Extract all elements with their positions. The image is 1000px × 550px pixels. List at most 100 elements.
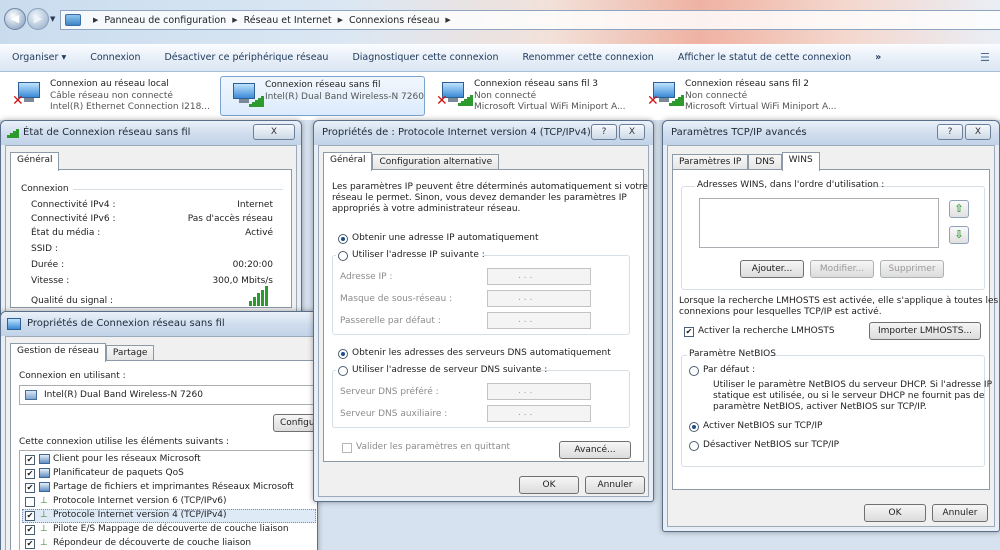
tab-general[interactable]: Général: [10, 152, 60, 171]
disable-device-button[interactable]: Désactiver ce périphérique réseau: [152, 52, 340, 63]
tab-general[interactable]: Général: [323, 152, 373, 171]
rename-button[interactable]: Renommer cette connexion: [510, 52, 665, 63]
move-down-button[interactable]: ⇩: [949, 226, 969, 244]
move-up-button[interactable]: ⇧: [949, 200, 969, 218]
diagnose-button[interactable]: Diagnostiquer cette connexion: [340, 52, 510, 63]
modify-button[interactable]: Modifier...: [810, 260, 874, 278]
connections-list: ✕ Connexion au réseau local Câble réseau…: [0, 72, 1000, 120]
connection-status: Non connecté: [685, 90, 748, 101]
netbios-group-label: Paramètre NetBIOS: [689, 349, 776, 359]
status-window-titlebar[interactable]: État de Connexion réseau sans fil X: [1, 121, 301, 145]
help-button[interactable]: ?: [937, 124, 963, 140]
breadcrumb-separator-icon[interactable]: ▶: [93, 16, 98, 24]
netbios-disable-radio[interactable]: [689, 441, 699, 451]
netbios-default-description: paramètre NetBIOS, activer NetBIOS sur T…: [713, 402, 927, 412]
lmhosts-description: Lorsque la recherche LMHOSTS est activée…: [679, 296, 999, 306]
help-button[interactable]: ?: [591, 124, 617, 140]
organize-menu[interactable]: Organiser ▾: [0, 52, 78, 63]
ok-button[interactable]: OK: [519, 476, 579, 494]
description-line: appropriés à votre administrateur réseau…: [332, 204, 521, 214]
component-item: Partage de fichiers et imprimantes Résea…: [53, 482, 294, 492]
component-checkbox[interactable]: ✔: [25, 539, 35, 549]
lmhosts-label: Activer la recherche LMHOSTS: [698, 326, 835, 336]
component-checkbox[interactable]: ✔: [25, 455, 35, 465]
connection-item[interactable]: ✕ Connexion réseau sans fil 3 Non connec…: [430, 76, 635, 116]
netbios-default-radio[interactable]: [689, 366, 699, 376]
manual-ip-radio[interactable]: [338, 251, 348, 261]
command-bar: Organiser ▾ Connexion Désactiver ce péri…: [0, 44, 1000, 72]
items-label: Cette connexion utilise les éléments sui…: [19, 437, 230, 447]
back-button[interactable]: ◀: [4, 8, 26, 30]
netbios-enable-label: Activer NetBIOS sur TCP/IP: [703, 421, 823, 431]
address-bar[interactable]: ▶ Panneau de configuration ▶ Réseau et I…: [60, 10, 1000, 30]
manual-dns-radio[interactable]: [338, 366, 348, 376]
delete-button[interactable]: Supprimer: [880, 260, 944, 278]
component-checkbox[interactable]: ✔: [25, 483, 35, 493]
tab-wins[interactable]: WINS: [781, 152, 820, 171]
configure-button[interactable]: Configurer...: [273, 414, 317, 432]
close-button[interactable]: X: [619, 124, 645, 140]
back-arrow-icon: ◀: [10, 12, 20, 25]
connection-device: Microsoft Virtual WiFi Miniport A...: [685, 102, 837, 112]
tab-networking[interactable]: Gestion de réseau: [10, 343, 106, 362]
ipv4-label: Connectivité IPv4 :: [31, 200, 116, 210]
adapter-field: Intel(R) Dual Band Wireless-N 7260: [19, 385, 317, 405]
netbios-enable-radio[interactable]: [689, 422, 699, 432]
ip-address-field[interactable]: . . .: [487, 268, 591, 285]
wifi-connected-icon: [227, 81, 264, 109]
cancel-button[interactable]: Annuler: [932, 504, 988, 522]
history-dropdown-icon[interactable]: ▼: [50, 15, 55, 23]
breadcrumb-item[interactable]: Réseau et Internet: [244, 15, 332, 26]
auto-ip-radio[interactable]: [338, 234, 348, 244]
auto-dns-radio[interactable]: [338, 349, 348, 359]
component-checkbox[interactable]: ✔: [25, 511, 35, 521]
ok-button[interactable]: OK: [864, 504, 926, 522]
control-panel-icon: [65, 14, 81, 26]
gateway-field[interactable]: . . .: [487, 312, 591, 329]
connection-item-selected[interactable]: Connexion réseau sans fil Intel(R) Dual …: [220, 76, 425, 116]
explorer-address-area: ◀ ▶ ▼ ▶ Panneau de configuration ▶ Résea…: [0, 0, 1000, 44]
component-checkbox[interactable]: [25, 497, 35, 507]
connection-status: Non connecté: [474, 90, 537, 101]
lmhosts-checkbox[interactable]: ✔: [684, 327, 694, 337]
components-list[interactable]: ✔ Client pour les réseaux Microsoft ✔ Pl…: [19, 450, 317, 550]
ipv4-properties-window: Propriétés de : Protocole Internet versi…: [313, 120, 654, 502]
properties-window-titlebar[interactable]: Propriétés de Connexion réseau sans fil: [1, 312, 317, 336]
component-checkbox[interactable]: ✔: [25, 525, 35, 535]
connection-item[interactable]: ✕ Connexion au réseau local Câble réseau…: [6, 76, 211, 116]
close-button[interactable]: X: [965, 124, 991, 140]
import-lmhosts-button[interactable]: Importer LMHOSTS...: [869, 322, 981, 340]
add-button[interactable]: Ajouter...: [740, 260, 804, 278]
validate-checkbox[interactable]: [342, 443, 352, 453]
alternate-dns-field[interactable]: . . .: [487, 405, 591, 422]
tcpip-window-titlebar[interactable]: Paramètres TCP/IP avancés ? X: [663, 121, 999, 145]
connection-item[interactable]: ✕ Connexion réseau sans fil 2 Non connec…: [641, 76, 846, 116]
advanced-button[interactable]: Avancé...: [559, 441, 631, 459]
advanced-tcpip-window: Paramètres TCP/IP avancés ? X Paramètres…: [662, 120, 1000, 532]
netbios-default-description: statique est utilisée, ou si le serveur …: [713, 391, 985, 401]
netbios-disable-label: Désactiver NetBIOS sur TCP/IP: [703, 440, 840, 450]
breadcrumb-separator-icon[interactable]: ▶: [338, 16, 343, 24]
protocol-icon: ⊥: [40, 524, 48, 534]
breadcrumb-item[interactable]: Panneau de configuration: [104, 15, 226, 26]
more-commands-button[interactable]: »: [863, 52, 893, 63]
breadcrumb-separator-icon[interactable]: ▶: [232, 16, 237, 24]
forward-button[interactable]: ▶: [27, 8, 49, 30]
view-options-icon[interactable]: ☰: [980, 51, 994, 65]
connection-device: Microsoft Virtual WiFi Miniport A...: [474, 102, 626, 112]
group-label: Connexion: [21, 184, 69, 194]
breadcrumb-separator-icon[interactable]: ▶: [445, 16, 450, 24]
connection-name: Connexion réseau sans fil: [265, 80, 381, 90]
wins-address-list[interactable]: [699, 198, 939, 248]
component-item: Pilote E/S Mappage de découverte de couc…: [53, 524, 289, 534]
preferred-dns-field[interactable]: . . .: [487, 383, 591, 400]
ipv4-window-titlebar[interactable]: Propriétés de : Protocole Internet versi…: [314, 121, 653, 145]
show-status-button[interactable]: Afficher le statut de cette connexion: [666, 52, 863, 63]
connect-button[interactable]: Connexion: [78, 52, 152, 63]
cancel-button[interactable]: Annuler: [585, 476, 645, 494]
subnet-mask-field[interactable]: . . .: [487, 290, 591, 307]
breadcrumb-item[interactable]: Connexions réseau: [349, 15, 439, 26]
close-button[interactable]: X: [253, 124, 295, 140]
component-checkbox[interactable]: ✔: [25, 469, 35, 479]
gateway-label: Passerelle par défaut :: [340, 316, 441, 326]
